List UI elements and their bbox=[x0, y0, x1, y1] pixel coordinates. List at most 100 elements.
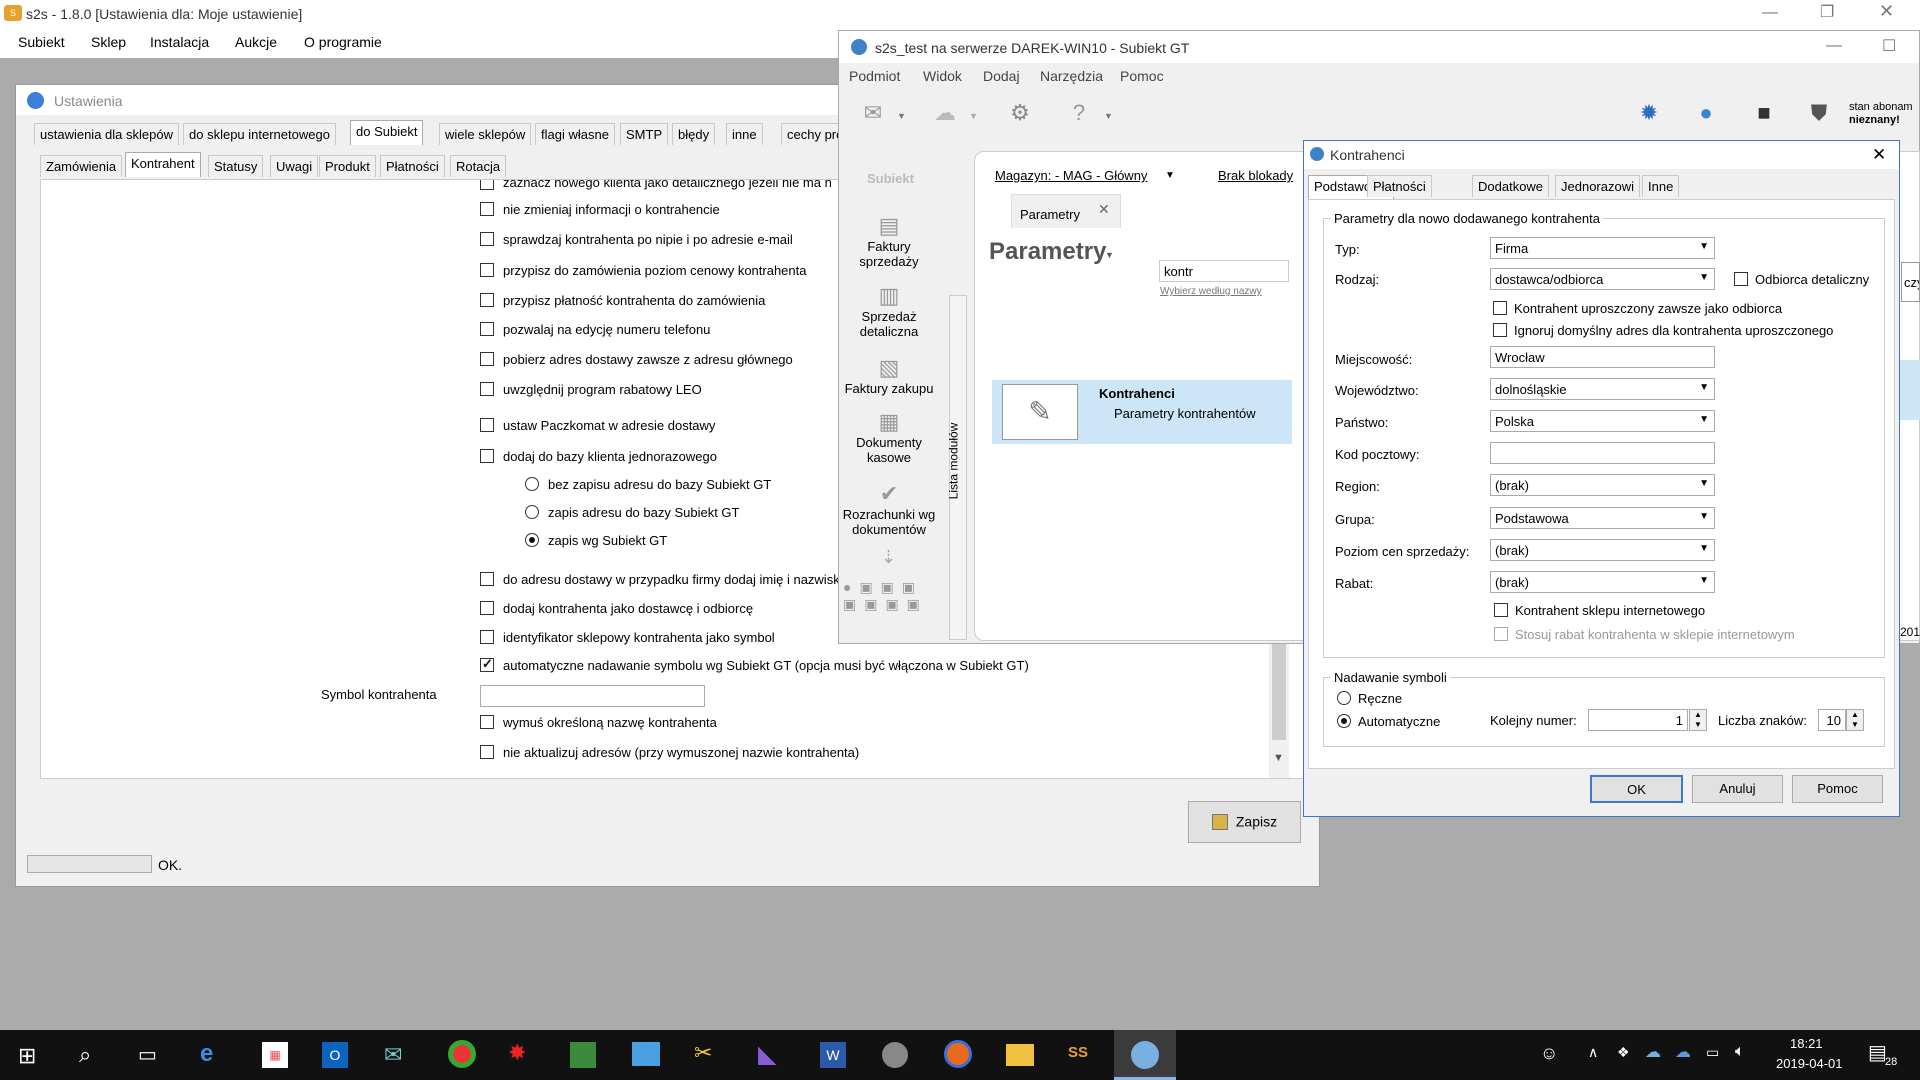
tab-do-subiekt[interactable]: do Subiekt bbox=[350, 120, 424, 145]
subiekt-minimize-icon[interactable]: — bbox=[1826, 37, 1842, 55]
address-mode-radio[interactable] bbox=[525, 533, 539, 547]
dialog-tab-platnosci[interactable]: Płatności bbox=[1367, 175, 1432, 197]
volume-icon[interactable]: 🔈︎ bbox=[1735, 1043, 1745, 1061]
chevron-up-icon[interactable]: ∧ bbox=[1588, 1044, 1598, 1061]
dropdown-arrow-icon[interactable]: ▼ bbox=[969, 111, 978, 121]
stosuj-rabat-checkbox[interactable] bbox=[1494, 627, 1508, 641]
modules-list-strip[interactable]: Lista modułów bbox=[946, 295, 967, 640]
edge-icon[interactable]: e bbox=[200, 1040, 213, 1068]
globe-icon[interactable]: ● bbox=[1688, 95, 1724, 131]
subiekt-taskbar-icon[interactable] bbox=[1114, 1030, 1176, 1080]
store-icon[interactable]: ▦ bbox=[262, 1042, 288, 1068]
option-checkbox[interactable] bbox=[480, 449, 494, 463]
liczba-znakow-stepper[interactable]: ▲ ▼ bbox=[1846, 709, 1864, 731]
dropdown-arrow-icon[interactable]: ▼ bbox=[897, 111, 906, 121]
people-icon[interactable]: ☺ bbox=[1540, 1043, 1558, 1064]
book-icon[interactable]: ■ bbox=[1746, 95, 1782, 131]
tab-ustawienia-dla-sklepow[interactable]: ustawienia dla sklepów bbox=[34, 123, 179, 145]
subiekt-maximize-icon[interactable]: ☐ bbox=[1882, 36, 1896, 56]
visual-studio-icon[interactable]: ◣ bbox=[758, 1040, 776, 1069]
automatyczne-radio[interactable] bbox=[1337, 714, 1351, 728]
sklep-internetowy-checkbox[interactable] bbox=[1494, 603, 1508, 617]
menu-sklep[interactable]: Sklep bbox=[91, 34, 126, 50]
chrome-icon[interactable] bbox=[448, 1040, 476, 1068]
main-title-bar[interactable]: S s2s - 1.8.0 [Ustawienia dla: Moje usta… bbox=[0, 0, 1920, 28]
kod-pocztowy-input[interactable] bbox=[1490, 442, 1715, 464]
tab-bledy[interactable]: błędy bbox=[672, 123, 716, 145]
subtab-kontrahent[interactable]: Kontrahent bbox=[125, 152, 201, 177]
parametry-heading[interactable]: Parametry bbox=[989, 238, 1106, 266]
address-mode-radio[interactable] bbox=[525, 505, 539, 519]
dialog-tab-dodatkowe[interactable]: Dodatkowe bbox=[1472, 175, 1550, 197]
shield-icon[interactable]: ⛊ bbox=[1801, 95, 1837, 131]
tab-smtp[interactable]: SMTP bbox=[620, 123, 669, 145]
subiekt-menu-dodaj[interactable]: Dodaj bbox=[983, 68, 1020, 84]
tab-wiele-sklepow[interactable]: wiele sklepów bbox=[439, 123, 532, 145]
option-checkbox[interactable] bbox=[480, 572, 494, 586]
ignoruj-checkbox[interactable] bbox=[1493, 323, 1507, 337]
tools2-icon[interactable]: ✂ bbox=[694, 1040, 712, 1066]
option-checkbox[interactable] bbox=[480, 352, 494, 366]
menu-subiekt[interactable]: Subiekt bbox=[18, 34, 65, 50]
grupa-select[interactable]: Podstawowa ▼ bbox=[1490, 507, 1715, 529]
kolejny-numer-stepper[interactable]: ▲ ▼ bbox=[1689, 709, 1707, 731]
subiekt-menu-pomoc[interactable]: Pomoc bbox=[1120, 68, 1164, 84]
address-mode-radio[interactable] bbox=[525, 477, 539, 491]
search-icon[interactable]: ⌕ bbox=[79, 1042, 91, 1068]
cancel-button[interactable]: Anuluj bbox=[1692, 775, 1783, 803]
blokady-link[interactable]: Brak blokady bbox=[1218, 168, 1293, 183]
ok-button[interactable]: OK bbox=[1590, 775, 1683, 803]
clock-time[interactable]: 18:21 bbox=[1790, 1036, 1823, 1051]
module-shortcut-icon[interactable]: ▣▣▣▣ bbox=[843, 596, 938, 613]
task-view-icon[interactable]: ▭ bbox=[138, 1042, 157, 1067]
firefox-icon[interactable] bbox=[944, 1040, 972, 1068]
odbiorca-detaliczny-checkbox[interactable] bbox=[1734, 272, 1748, 286]
menu-o-programie[interactable]: O programie bbox=[304, 34, 382, 50]
uproszczony-checkbox[interactable] bbox=[1493, 301, 1507, 315]
tab-inne[interactable]: inne bbox=[726, 123, 763, 145]
restore-icon[interactable]: ❐ bbox=[1820, 2, 1834, 22]
liczba-znakow-input[interactable]: 10 bbox=[1818, 709, 1846, 731]
magazyn-dropdown[interactable]: Magazyn: - MAG - Główny bbox=[995, 168, 1147, 183]
option-checkbox[interactable] bbox=[480, 322, 494, 336]
scroll-down-icon[interactable]: ▼ bbox=[1273, 752, 1284, 764]
dialog-close-icon[interactable]: ✕ bbox=[1872, 145, 1886, 165]
onedrive-icon[interactable]: ☁ bbox=[1645, 1042, 1661, 1062]
option-checkbox[interactable] bbox=[480, 202, 494, 216]
settings-gear-icon[interactable]: ✹ bbox=[1631, 95, 1667, 131]
dialog-title-bar[interactable]: Kontrahenci ✕ bbox=[1304, 141, 1899, 169]
option-checkbox[interactable] bbox=[480, 418, 494, 432]
reczne-radio[interactable] bbox=[1337, 691, 1351, 705]
subiekt-menu-podmiot[interactable]: Podmiot bbox=[849, 68, 900, 84]
clock-date[interactable]: 2019-04-01 bbox=[1776, 1056, 1843, 1071]
option-checkbox[interactable] bbox=[480, 180, 494, 190]
subtab-produkt[interactable]: Produkt bbox=[319, 155, 376, 177]
minimize-icon[interactable]: — bbox=[1762, 4, 1778, 22]
subiekt-title-bar[interactable]: s2s_test na serwerze DAREK-WIN10 - Subie… bbox=[839, 31, 1919, 63]
module-faktury-zakupu[interactable]: ▧ Faktury zakupu bbox=[839, 355, 939, 396]
miejscowosc-input[interactable]: Wrocław bbox=[1490, 346, 1715, 368]
module-rozrachunki[interactable]: ✔ Rozrachunki wg dokumentów bbox=[839, 481, 939, 537]
dialog-tab-jednorazowi[interactable]: Jednorazowi bbox=[1555, 175, 1640, 197]
menu-aukcje[interactable]: Aukcje bbox=[235, 34, 277, 50]
result-kontrahenci[interactable]: ✎ Kontrahenci Parametry kontrahentów bbox=[992, 380, 1292, 444]
option-checkbox[interactable] bbox=[480, 601, 494, 615]
typ-select[interactable]: Firma ▼ bbox=[1490, 237, 1715, 259]
help-icon[interactable]: ? bbox=[1061, 95, 1097, 131]
app-red-icon[interactable]: ✸ bbox=[508, 1040, 526, 1066]
explorer-icon[interactable] bbox=[1006, 1044, 1034, 1066]
cloud-icon[interactable]: ☁ bbox=[927, 95, 963, 131]
option-checkbox[interactable] bbox=[480, 232, 494, 246]
s2s-icon[interactable]: SS bbox=[1068, 1044, 1088, 1061]
remote-desktop-icon[interactable] bbox=[632, 1042, 660, 1066]
new-document-icon[interactable]: ✉ bbox=[855, 95, 891, 131]
tab-parametry[interactable]: Parametry ✕ bbox=[1011, 194, 1121, 228]
module-shortcut-icon[interactable]: ●▣▣▣ bbox=[843, 579, 938, 596]
battery-icon[interactable]: ▭ bbox=[1706, 1044, 1719, 1061]
subtab-rotacja[interactable]: Rotacja bbox=[450, 155, 507, 177]
module-sprzedaz-detaliczna[interactable]: ▥ Sprzedaż detaliczna bbox=[839, 283, 939, 339]
option-checkbox[interactable] bbox=[480, 745, 494, 759]
tab-flagi-wlasne[interactable]: flagi własne bbox=[535, 123, 615, 145]
dialog-tab-inne[interactable]: Inne bbox=[1642, 175, 1680, 197]
tools-icon[interactable]: ✉ bbox=[384, 1042, 402, 1068]
